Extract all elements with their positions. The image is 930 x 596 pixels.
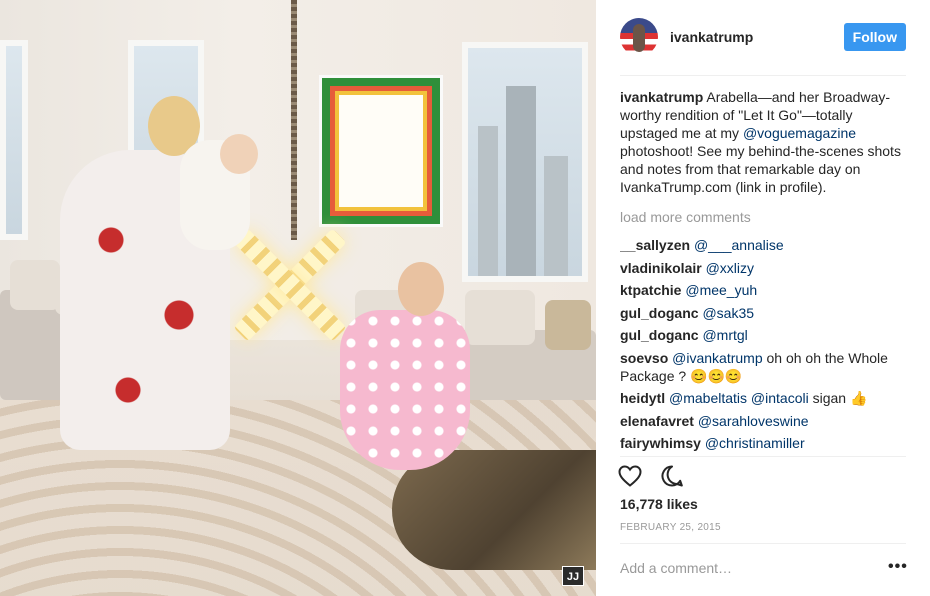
comment-mention[interactable]: @mabeltatis @intacoli bbox=[669, 390, 809, 406]
comment-item: vladinikolair @xxlizy bbox=[620, 259, 910, 277]
comment-mention[interactable]: @sarahloveswine bbox=[698, 413, 809, 429]
follow-button[interactable]: Follow bbox=[843, 23, 906, 51]
comment-user[interactable]: soevso bbox=[620, 350, 668, 366]
divider bbox=[620, 75, 906, 76]
comment-user[interactable]: gul_doganc bbox=[620, 327, 699, 343]
comment-item: soevso @ivankatrump oh oh oh the Whole P… bbox=[620, 349, 910, 385]
comment-mention[interactable]: @ivankatrump bbox=[672, 350, 762, 366]
comment-item: gul_doganc @sak35 bbox=[620, 304, 910, 322]
photo-artwork bbox=[322, 78, 440, 224]
photo-girl-head bbox=[398, 262, 444, 316]
comment-item: elenafavret @sarahloveswine bbox=[620, 412, 910, 430]
post-username[interactable]: ivankatrump bbox=[670, 29, 753, 45]
caption-author[interactable]: ivankatrump bbox=[620, 89, 703, 105]
comment-user[interactable]: heidytl bbox=[620, 390, 665, 406]
post-header: ivankatrump Follow bbox=[620, 16, 906, 58]
post-photo[interactable]: JJ bbox=[0, 0, 596, 596]
comment-mention[interactable]: @xxlizy bbox=[706, 260, 754, 276]
caption-mention[interactable]: @voguemagazine bbox=[743, 125, 856, 141]
photo-window bbox=[462, 42, 588, 282]
load-more-comments-link[interactable]: load more comments bbox=[620, 208, 910, 226]
comment-item: fairywhimsy @christinamiller bbox=[620, 434, 910, 452]
comment-user[interactable]: ktpatchie bbox=[620, 282, 681, 298]
comment-item: gul_doganc @mrtgl bbox=[620, 326, 910, 344]
comment-user[interactable]: fairywhimsy bbox=[620, 435, 701, 451]
more-options-icon[interactable]: ••• bbox=[888, 558, 908, 576]
caption-text: photoshoot! See my behind-the-scenes sho… bbox=[620, 143, 901, 195]
comment-user[interactable]: elenafavret bbox=[620, 413, 694, 429]
comments-list[interactable]: ivankatrump Arabella—and her Broadway-wo… bbox=[620, 88, 910, 456]
likes-count[interactable]: 16,778 likes bbox=[620, 496, 698, 512]
comment-mention[interactable]: @mee_yuh bbox=[685, 282, 757, 298]
post-caption: ivankatrump Arabella—and her Broadway-wo… bbox=[620, 88, 910, 196]
divider bbox=[620, 456, 906, 457]
comment-mention[interactable]: @sak35 bbox=[702, 305, 754, 321]
photo-light-sculpture bbox=[230, 225, 350, 345]
comment-mention[interactable]: @mrtgl bbox=[702, 327, 747, 343]
comment-user[interactable]: gul_doganc bbox=[620, 305, 699, 321]
comment-user[interactable]: vladinikolair bbox=[620, 260, 702, 276]
comment-text: sigan 👍 bbox=[808, 390, 868, 406]
photo-baby-head bbox=[220, 134, 258, 174]
post-actions bbox=[616, 462, 686, 490]
photo-window bbox=[0, 40, 28, 240]
avatar[interactable] bbox=[620, 18, 658, 56]
divider bbox=[620, 543, 906, 544]
comment-item: heidytl @mabeltatis @intacoli sigan 👍 bbox=[620, 389, 910, 407]
comment-item: __sallyzen @___annalise bbox=[620, 236, 910, 254]
comment-user[interactable]: __sallyzen bbox=[620, 237, 690, 253]
comment-item: ktpatchie @mee_yuh bbox=[620, 281, 910, 299]
heart-icon[interactable] bbox=[616, 462, 644, 490]
photo-chain bbox=[291, 0, 297, 240]
photo-girl bbox=[340, 310, 470, 470]
photo-watermark: JJ bbox=[562, 566, 584, 586]
comment-mention[interactable]: @___annalise bbox=[694, 237, 784, 253]
comment-icon[interactable] bbox=[658, 462, 686, 490]
post-date: FEBRUARY 25, 2015 bbox=[620, 522, 721, 533]
post-side-panel: ivankatrump Follow ivankatrump Arabella—… bbox=[596, 0, 930, 596]
comment-mention[interactable]: @christinamiller bbox=[705, 435, 805, 451]
add-comment-input[interactable] bbox=[620, 560, 880, 576]
